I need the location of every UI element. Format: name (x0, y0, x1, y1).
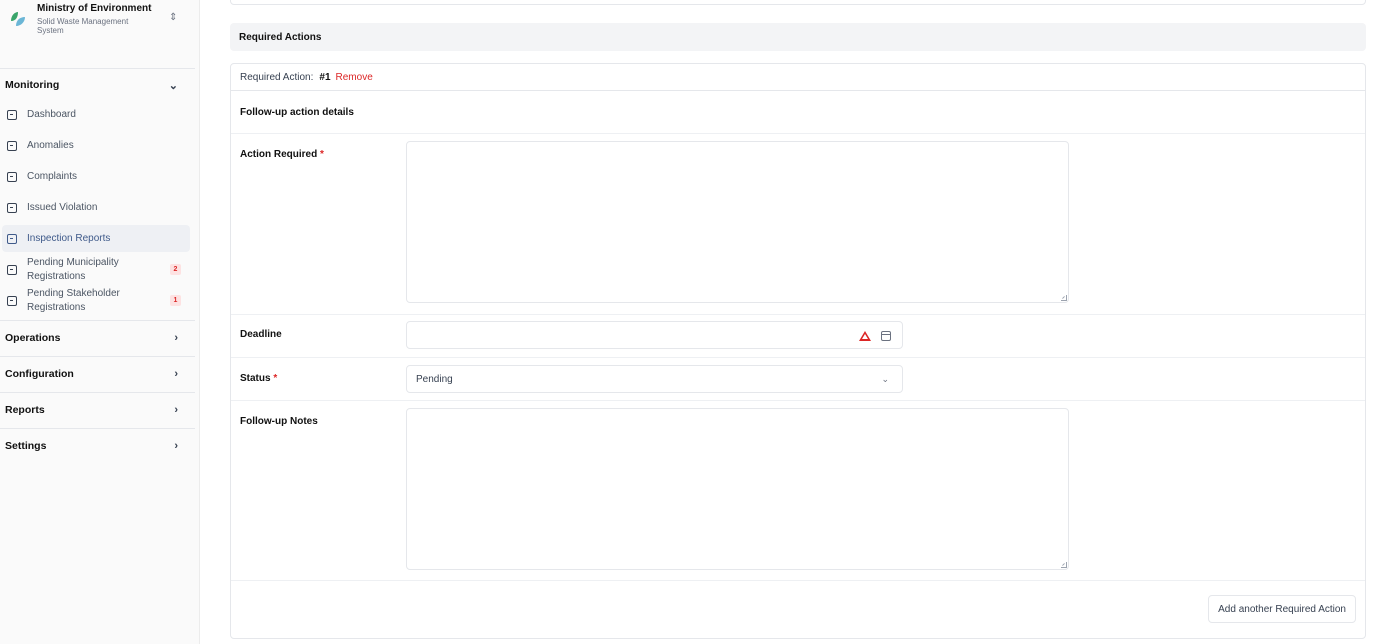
required-action-header: Required Action: #1 Remove (231, 64, 1365, 91)
section-title: Required Actions (239, 31, 322, 43)
followup-notes-textarea[interactable] (406, 408, 1069, 570)
required-action-label: Required Action: (240, 71, 314, 83)
sidebar-item-label: Dashboard (27, 109, 76, 120)
required-action-number: #1 (319, 71, 331, 83)
status-select[interactable]: Pending ⌄ (406, 365, 903, 393)
divider (231, 580, 1365, 581)
nav-group-label: Settings (5, 440, 47, 452)
sidebar-item-inspection-reports[interactable]: Inspection Reports (2, 225, 190, 252)
required-action-card: Required Action: #1 Remove Follow-up act… (230, 63, 1366, 639)
sidebar-item-issued-violation[interactable]: Issued Violation (2, 194, 190, 221)
nav-group-label: Reports (5, 404, 45, 416)
chevron-down-icon: ⌄ (881, 374, 889, 384)
section-header: Required Actions (230, 23, 1366, 51)
chevron-right-icon: › (174, 368, 178, 380)
sidebar-item-pending-municipality-registrations[interactable]: Pending Municipality Registrations 2 (2, 255, 190, 284)
followup-notes-label: Follow-up Notes (240, 416, 318, 427)
chevron-up-down-icon[interactable]: ⇕ (169, 12, 177, 23)
remove-link[interactable]: Remove (336, 72, 373, 83)
document-icon (7, 140, 17, 151)
nav-group-monitoring[interactable]: Monitoring ⌄ (0, 68, 190, 102)
divider (231, 314, 1365, 315)
subsection-title: Follow-up action details (240, 107, 354, 118)
sidebar-item-label: Pending Municipality Registrations (27, 256, 119, 282)
previous-card-edge (230, 0, 1366, 5)
count-badge: 1 (170, 295, 181, 306)
nav-group-label: Operations (5, 332, 61, 344)
sidebar-item-anomalies[interactable]: Anomalies (2, 132, 190, 159)
sidebar-item-label: Anomalies (27, 140, 74, 151)
nav-group-label: Configuration (5, 368, 74, 380)
action-required-label: Action Required * (240, 149, 324, 160)
sidebar: Ministry of Environment Solid Waste Mana… (0, 0, 200, 644)
main-content: Required Actions Required Action: #1 Rem… (200, 0, 1373, 644)
deadline-label: Deadline (240, 329, 282, 340)
document-icon (7, 109, 17, 120)
divider (231, 133, 1365, 134)
sidebar-item-complaints[interactable]: Complaints (2, 163, 190, 190)
add-required-action-button[interactable]: Add another Required Action (1208, 595, 1356, 623)
sidebar-item-dashboard[interactable]: Dashboard (2, 101, 190, 128)
sidebar-item-pending-stakeholder-registrations[interactable]: Pending Stakeholder Registrations 1 (2, 286, 190, 315)
resize-handle-icon[interactable] (1061, 562, 1067, 568)
warning-icon (859, 331, 871, 341)
divider (231, 400, 1365, 401)
org-switcher[interactable]: Ministry of Environment Solid Waste Mana… (0, 0, 200, 48)
calendar-icon[interactable] (881, 331, 891, 341)
chevron-right-icon: › (174, 404, 178, 416)
document-icon (7, 171, 17, 182)
status-label: Status * (240, 373, 278, 384)
sidebar-item-label: Pending Stakeholder Registrations (27, 287, 120, 313)
nav-group-settings[interactable]: Settings › (0, 429, 190, 463)
chevron-right-icon: › (174, 332, 178, 344)
deadline-date-input[interactable] (406, 321, 903, 349)
org-name: Ministry of Environment (37, 3, 152, 14)
resize-handle-icon[interactable] (1061, 295, 1067, 301)
nav-group-operations[interactable]: Operations › (0, 321, 190, 355)
action-required-textarea[interactable] (406, 141, 1069, 303)
nav-group-reports[interactable]: Reports › (0, 393, 190, 427)
system-name: Solid Waste Management System (37, 17, 129, 35)
chevron-right-icon: › (174, 440, 178, 452)
nav-group-configuration[interactable]: Configuration › (0, 357, 190, 391)
chevron-down-icon: ⌄ (168, 79, 178, 92)
leaf-logo-icon (11, 12, 25, 26)
divider (231, 357, 1365, 358)
sidebar-item-label: Inspection Reports (27, 233, 111, 244)
sidebar-item-label: Complaints (27, 171, 78, 182)
document-icon (7, 233, 17, 244)
status-selected-value: Pending (416, 373, 453, 385)
document-icon (7, 202, 17, 213)
nav-group-label: Monitoring (5, 79, 60, 91)
document-icon (7, 295, 17, 306)
sidebar-item-label: Issued Violation (27, 202, 98, 213)
document-icon (7, 264, 17, 275)
count-badge: 2 (170, 264, 181, 275)
